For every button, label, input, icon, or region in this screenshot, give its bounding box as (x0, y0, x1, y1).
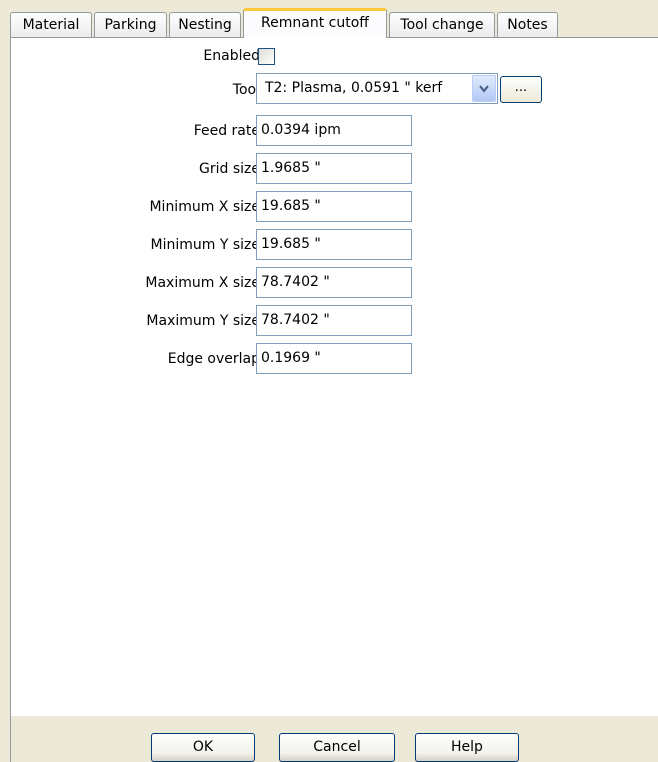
tool-browse-button[interactable]: ... (500, 76, 542, 103)
tab-nesting[interactable]: Nesting (169, 12, 241, 37)
help-button[interactable]: Help (415, 733, 519, 762)
maximum-y-size-input[interactable]: 78.7402 " (256, 305, 412, 336)
tab-notes[interactable]: Notes (497, 12, 558, 37)
edge-overlap-input[interactable]: 0.1969 " (256, 343, 412, 374)
edge-overlap-label: Edge overlap (167, 351, 260, 367)
feed-rate-label: Feed rate (193, 123, 260, 139)
minimum-x-size-label: Minimum X size (149, 199, 260, 215)
cancel-button[interactable]: Cancel (279, 733, 395, 762)
minimum-x-size-input[interactable]: 19.685 " (256, 191, 412, 222)
remnant-cutoff-panel: Enabled Tool T2: Plasma, 0.0591 " kerf .… (10, 38, 658, 716)
tool-select-value: T2: Plasma, 0.0591 " kerf (265, 80, 443, 96)
dialog-left-edge (0, 38, 10, 762)
ok-button[interactable]: OK (151, 733, 255, 762)
grid-size-input[interactable]: 1.9685 " (256, 153, 412, 184)
maximum-x-size-label: Maximum X size (145, 275, 260, 291)
tab-material[interactable]: Material (10, 12, 92, 37)
minimum-y-size-input[interactable]: 19.685 " (256, 229, 412, 260)
maximum-y-size-label: Maximum Y size (146, 313, 260, 329)
tab-parking[interactable]: Parking (94, 12, 167, 37)
enabled-checkbox[interactable] (258, 48, 275, 65)
maximum-x-size-input[interactable]: 78.7402 " (256, 267, 412, 298)
dialog-button-bar: OK Cancel Help (10, 716, 658, 762)
tab-remnant-cutoff[interactable]: Remnant cutoff (243, 8, 387, 38)
tab-strip: Material Parking Nesting Remnant cutoff … (0, 0, 658, 38)
minimum-y-size-label: Minimum Y size (150, 237, 260, 253)
feed-rate-input[interactable]: 0.0394 ipm (256, 115, 412, 146)
tool-select[interactable]: T2: Plasma, 0.0591 " kerf (256, 73, 498, 104)
grid-size-label: Grid size (199, 161, 260, 177)
chevron-down-icon[interactable] (472, 75, 496, 102)
enabled-label: Enabled (203, 48, 260, 64)
tab-tool-change[interactable]: Tool change (389, 12, 495, 37)
